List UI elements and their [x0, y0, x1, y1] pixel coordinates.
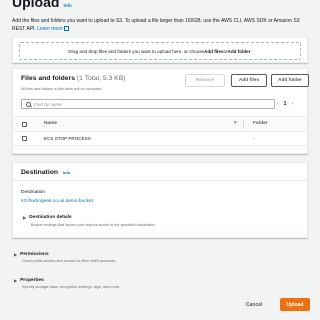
properties-title-row[interactable]: ▶ Properties: [14, 278, 120, 283]
next-page-icon[interactable]: ›: [291, 101, 293, 107]
row-checkbox[interactable]: [22, 136, 27, 141]
dropzone-add-files: Add files: [204, 48, 224, 54]
properties-desc: Specify storage class, encryption settin…: [22, 285, 121, 289]
search-icon: [26, 101, 31, 107]
page-description: Add the files and folders you want to up…: [12, 17, 310, 33]
permissions-desc: Grant public access and access to other …: [22, 259, 117, 263]
dropzone-add-folder: Add folder: [227, 48, 251, 54]
dropzone-text-before: Drag and drop files and folders you want…: [68, 48, 205, 54]
prev-page-icon[interactable]: ‹: [277, 101, 279, 107]
caret-right-icon: ▶: [23, 215, 27, 220]
add-files-button[interactable]: Add files: [231, 74, 267, 87]
permissions-title-row[interactable]: ▶ Permissions: [14, 252, 116, 257]
permissions-title: Permissions: [20, 252, 49, 257]
destination-details-toggle[interactable]: ▶ Destination details: [23, 215, 72, 220]
destination-header: Destination Info: [13, 163, 307, 181]
permissions-section[interactable]: ▶ Permissions Grant public access and ac…: [14, 252, 116, 263]
current-page[interactable]: 1: [284, 101, 287, 107]
page-header: Upload Info: [12, 0, 72, 10]
search-input[interactable]: Find by name: [21, 99, 275, 109]
caret-right-icon: ▶: [14, 278, 18, 283]
remove-button[interactable]: Remove: [185, 74, 225, 87]
files-and-folders-panel: Files and folders (1 Total, 5.3 KB) All …: [12, 68, 309, 154]
destination-url-link[interactable]: s3://turbogeek.co.uk.demo.bucket: [21, 199, 93, 204]
properties-section[interactable]: ▶ Properties Specify storage class, encr…: [14, 278, 120, 289]
table-header: Name ▿ Folder: [13, 116, 307, 132]
column-name[interactable]: Name: [44, 121, 57, 126]
cancel-button[interactable]: Cancel: [246, 302, 262, 308]
select-all-checkbox[interactable]: [22, 122, 27, 127]
upload-button[interactable]: Upload: [280, 298, 310, 311]
properties-title: Properties: [20, 278, 44, 283]
destination-title: Destination Info: [21, 169, 70, 176]
row-folder: -: [253, 136, 255, 141]
destination-details-title: Destination details: [29, 215, 72, 220]
column-folder[interactable]: Folder: [253, 121, 268, 126]
files-count: (1 Total, 5.3 KB): [76, 75, 126, 82]
destination-details-desc: Bucket settings that impact new objects …: [31, 223, 156, 227]
info-link[interactable]: Info: [63, 3, 71, 8]
add-folder-button[interactable]: Add folder: [271, 74, 309, 87]
destination-panel: Destination Info Destination s3://turbog…: [12, 162, 308, 238]
external-link-icon: [63, 25, 69, 31]
search-placeholder: Find by name: [34, 101, 62, 107]
learn-more-link[interactable]: Learn more: [37, 26, 63, 32]
files-subtitle: All files and folders in this table will…: [21, 87, 103, 91]
files-section-title: Files and folders (1 Total, 5.3 KB): [21, 75, 126, 82]
caret-right-icon: ▶: [14, 252, 18, 257]
destination-label: Destination: [21, 190, 45, 195]
column-divider: [243, 120, 244, 129]
pagination: ‹ 1 ›: [277, 99, 293, 109]
dropzone-panel: Drag and drop files and folders you want…: [12, 37, 308, 63]
destination-title-text: Destination: [21, 169, 59, 176]
drop-zone[interactable]: Drag and drop files and folders you want…: [19, 42, 301, 60]
sort-down-icon[interactable]: ▿: [234, 120, 237, 126]
page-title: Upload: [12, 0, 60, 10]
dropzone-text-after: .: [250, 48, 252, 54]
files-title: Files and folders: [21, 75, 76, 82]
destination-info-link[interactable]: Info: [63, 170, 70, 175]
table-row[interactable]: ECS STOP PROCESS -: [13, 132, 307, 146]
row-name: ECS STOP PROCESS: [44, 136, 91, 141]
